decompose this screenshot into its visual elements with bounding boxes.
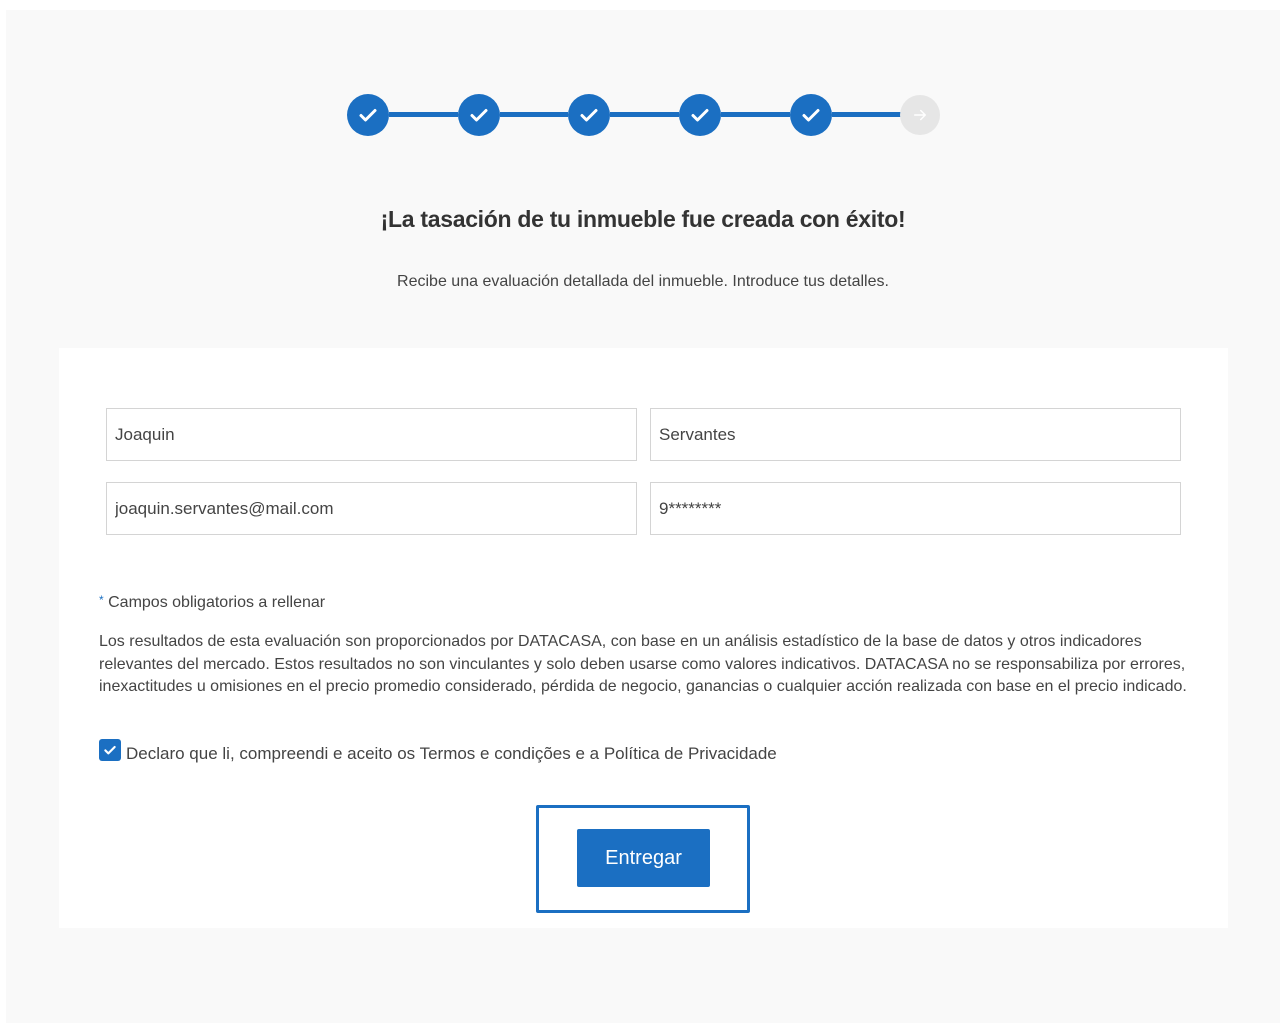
consent-row: Declaro que li, compreendi e aceito os T…	[99, 739, 777, 764]
step-1-completed	[347, 94, 389, 136]
step-3-completed	[568, 94, 610, 136]
form-card: * Campos obligatorios a rellenar Los res…	[59, 348, 1228, 928]
phone-input[interactable]	[650, 482, 1181, 535]
check-icon	[802, 109, 820, 122]
step-5-completed	[790, 94, 832, 136]
step-connector	[832, 112, 901, 117]
check-icon	[580, 109, 598, 122]
check-icon	[359, 109, 377, 122]
step-connector	[610, 112, 679, 117]
required-fields-note: * Campos obligatorios a rellenar	[99, 593, 325, 612]
first-name-input[interactable]	[106, 408, 637, 461]
step-connector	[500, 112, 568, 117]
page-title: ¡La tasación de tu inmueble fue creada c…	[380, 206, 906, 232]
check-icon	[691, 109, 709, 122]
progress-stepper	[6, 94, 1280, 136]
disclaimer-text: Los resultados de esta evaluación son pr…	[99, 633, 1187, 695]
page-subtitle: Recibe una evaluación detallada del inmu…	[397, 273, 889, 290]
step-6-pending	[900, 95, 940, 135]
step-connector	[721, 112, 790, 117]
required-note-text: Campos obligatorios a rellenar	[108, 594, 326, 611]
consent-label: Declaro que li, compreendi e aceito os T…	[126, 744, 777, 763]
step-connector	[389, 112, 458, 117]
arrow-right-icon	[914, 109, 926, 121]
page-background: ¡La tasación de tu inmueble fue creada c…	[6, 10, 1280, 1023]
check-icon	[470, 109, 488, 122]
required-star: *	[99, 593, 104, 607]
check-icon	[104, 745, 116, 755]
consent-checkbox[interactable]	[99, 739, 121, 761]
step-2-completed	[458, 94, 500, 136]
submit-button[interactable]: Entregar	[577, 829, 710, 887]
last-name-input[interactable]	[650, 408, 1181, 461]
email-input[interactable]	[106, 482, 637, 535]
step-4-completed	[679, 94, 721, 136]
